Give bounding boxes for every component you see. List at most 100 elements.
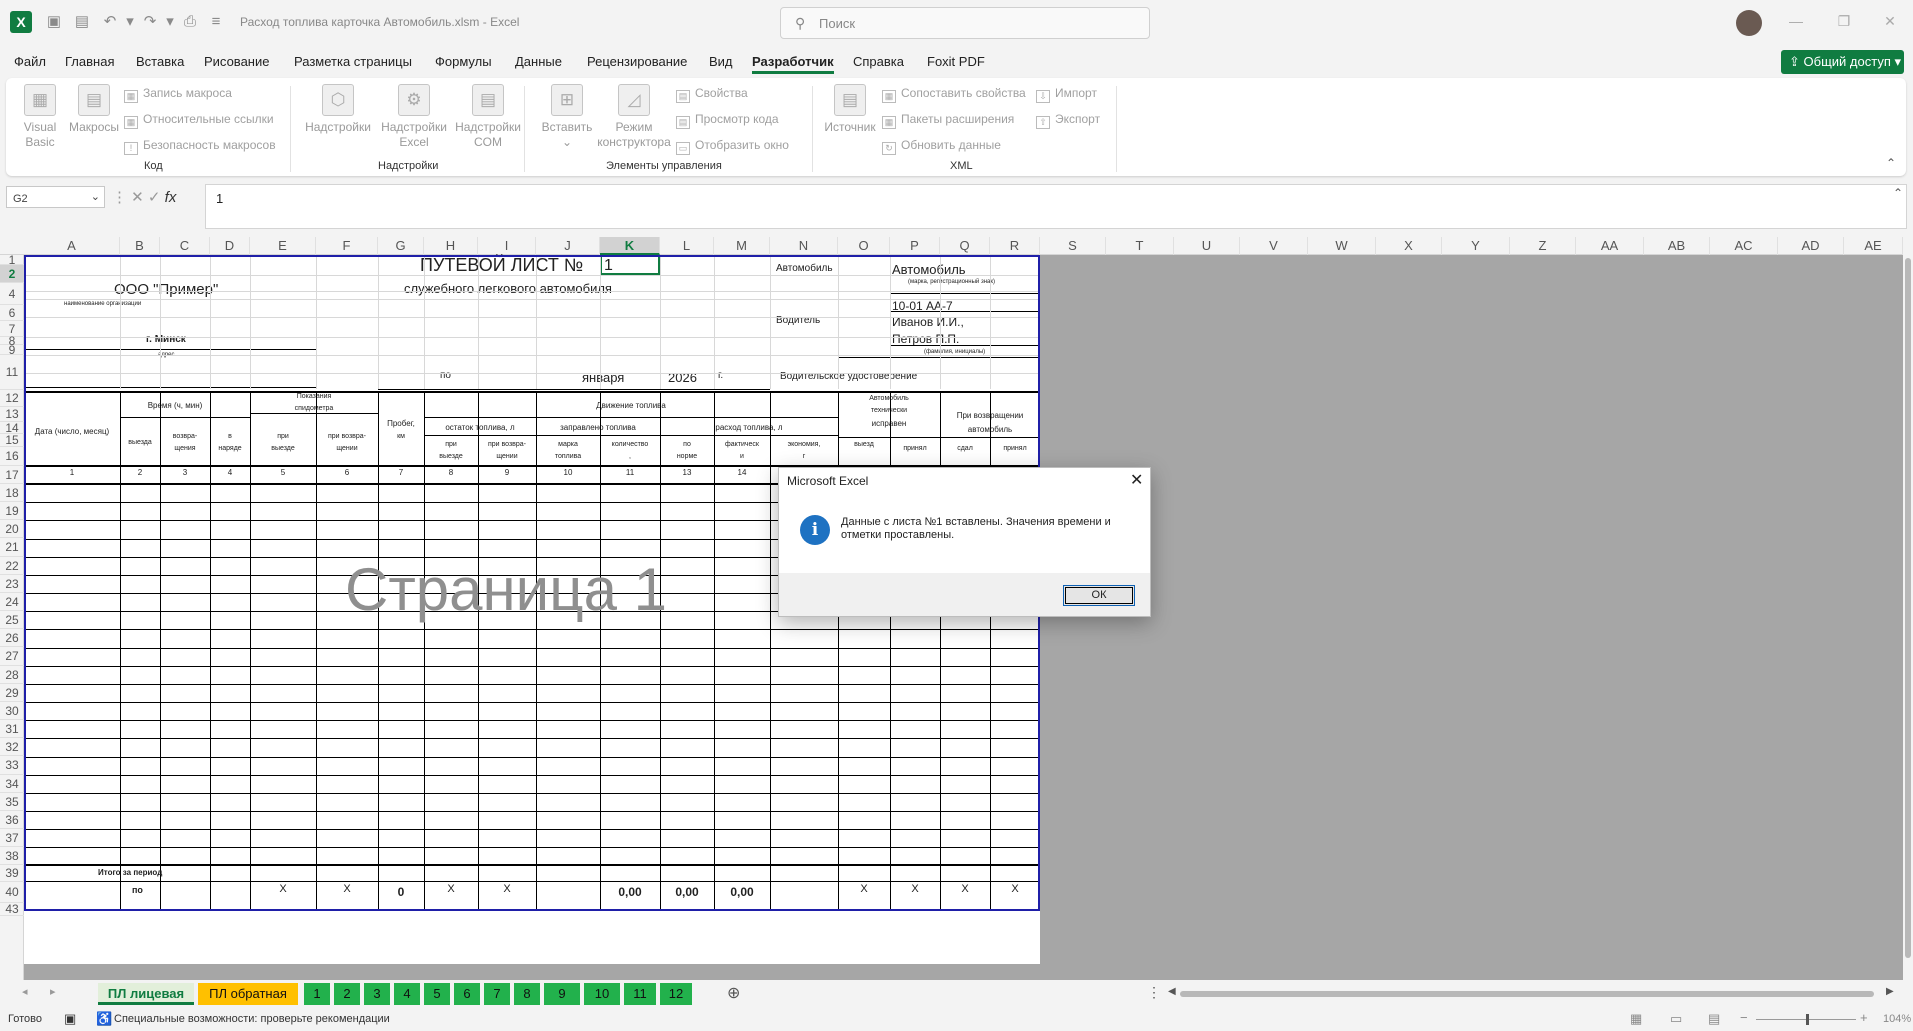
import-button[interactable]: ⇩ Импорт: [1036, 86, 1097, 103]
row-header[interactable]: 6: [0, 305, 24, 321]
row-header[interactable]: 33: [0, 756, 24, 775]
column-header[interactable]: Y: [1442, 237, 1510, 255]
add-sheet-icon[interactable]: ⊕: [727, 983, 740, 1003]
tab-data[interactable]: Данные: [515, 54, 562, 69]
row-header[interactable]: 40: [0, 882, 24, 903]
cancel-icon[interactable]: ✕: [131, 189, 148, 206]
design-mode-button[interactable]: ◿ Режим конструктора: [592, 84, 676, 150]
scroll-right-icon[interactable]: ▶: [1886, 986, 1894, 997]
column-header[interactable]: C: [160, 237, 210, 255]
restore-icon[interactable]: ❐: [1834, 13, 1854, 30]
sheet-tab[interactable]: 9: [544, 983, 580, 1005]
zoom-out-icon[interactable]: −: [1740, 1010, 1748, 1025]
redo-dropdown-icon[interactable]: ▾: [160, 12, 180, 32]
share-button[interactable]: ⇪ Общий доступ ▾: [1781, 50, 1904, 74]
column-header[interactable]: K: [600, 237, 660, 255]
sheet-tab[interactable]: 12: [660, 983, 692, 1005]
more-icon[interactable]: ⋮: [1147, 984, 1161, 1001]
sheet-tab[interactable]: 4: [394, 983, 420, 1005]
name-box[interactable]: G2 ⌄: [6, 186, 105, 208]
row-header[interactable]: 22: [0, 557, 24, 575]
avatar[interactable]: [1736, 10, 1762, 36]
row-header[interactable]: 17: [0, 466, 24, 484]
row-header[interactable]: 34: [0, 775, 24, 793]
record-macro-button[interactable]: ▦ Запись макроса: [124, 86, 232, 103]
run-dialog-button[interactable]: ▭ Отобразить окно: [676, 138, 789, 155]
column-header[interactable]: T: [1106, 237, 1174, 255]
sheet-tab[interactable]: 11: [624, 983, 656, 1005]
tab-formulas[interactable]: Формулы: [435, 54, 492, 69]
sheet-tab[interactable]: 10: [584, 983, 620, 1005]
ok-button[interactable]: ОК: [1063, 585, 1135, 606]
tab-file[interactable]: Файл: [14, 54, 46, 69]
customize-qat-icon[interactable]: ≡: [206, 12, 226, 32]
excel-addins-button[interactable]: ⚙ Надстройки Excel: [376, 84, 452, 150]
row-header[interactable]: 29: [0, 684, 24, 702]
accessibility-icon[interactable]: ♿: [96, 1011, 112, 1027]
column-header[interactable]: L: [660, 237, 714, 255]
column-header[interactable]: O: [838, 237, 890, 255]
row-header[interactable]: 28: [0, 666, 24, 684]
sheet-tab[interactable]: 8: [514, 983, 540, 1005]
fx-icon[interactable]: fx: [165, 189, 177, 206]
row-header[interactable]: 2: [0, 265, 24, 283]
row-header[interactable]: 4: [0, 283, 24, 305]
search-box[interactable]: ⚲ Поиск: [780, 7, 1150, 39]
tab-insert[interactable]: Вставка: [136, 54, 184, 69]
column-header[interactable]: P: [890, 237, 940, 255]
tab-developer[interactable]: Разработчик: [752, 54, 834, 74]
enter-icon[interactable]: ✓: [148, 189, 165, 206]
column-header[interactable]: B: [120, 237, 160, 255]
zoom-level[interactable]: 104%: [1883, 1013, 1911, 1025]
row-header[interactable]: 15: [0, 434, 24, 447]
refresh-data-button[interactable]: ↻ Обновить данные: [882, 138, 1001, 155]
page-layout-view-icon[interactable]: ▭: [1670, 1011, 1682, 1027]
close-icon[interactable]: ✕: [1880, 13, 1900, 30]
tab-review[interactable]: Рецензирование: [587, 54, 687, 69]
row-header[interactable]: 21: [0, 538, 24, 557]
sheet-tab[interactable]: 5: [424, 983, 450, 1005]
addins-button[interactable]: ⬡ Надстройки: [300, 84, 376, 135]
row-header[interactable]: 27: [0, 647, 24, 666]
more-icon[interactable]: ⋮: [112, 189, 131, 206]
map-properties-button[interactable]: ▦ Сопоставить свойства: [882, 86, 1026, 103]
column-header[interactable]: F: [316, 237, 378, 255]
undo-dropdown-icon[interactable]: ▾: [120, 12, 140, 32]
row-header[interactable]: 20: [0, 520, 24, 538]
tab-view[interactable]: Вид: [709, 54, 733, 69]
column-header[interactable]: N: [770, 237, 838, 255]
sheet-tab[interactable]: 7: [484, 983, 510, 1005]
row-header[interactable]: 12: [0, 390, 24, 407]
row-header[interactable]: 18: [0, 484, 24, 502]
tab-draw[interactable]: Рисование: [204, 54, 269, 69]
column-header[interactable]: Q: [940, 237, 990, 255]
row-header[interactable]: 24: [0, 593, 24, 611]
column-header[interactable]: A: [24, 237, 120, 255]
export-button[interactable]: ⇧ Экспорт: [1036, 112, 1100, 129]
vertical-scroll-thumb[interactable]: [1905, 258, 1911, 958]
horizontal-scroll-thumb[interactable]: [1180, 991, 1874, 997]
tab-help[interactable]: Справка: [853, 54, 904, 69]
row-header[interactable]: 38: [0, 847, 24, 865]
row-header[interactable]: 13: [0, 407, 24, 422]
redo-icon[interactable]: ↷: [140, 12, 160, 32]
column-header[interactable]: H: [424, 237, 478, 255]
sheet-tab[interactable]: 1: [304, 983, 330, 1005]
accessibility-status[interactable]: Специальные возможности: проверьте реком…: [114, 1013, 390, 1025]
column-header[interactable]: D: [210, 237, 250, 255]
collapse-ribbon-icon[interactable]: ⌃: [1886, 156, 1896, 170]
row-header[interactable]: 37: [0, 829, 24, 847]
expansion-packs-button[interactable]: ▦ Пакеты расширения: [882, 112, 1014, 129]
column-header[interactable]: M: [714, 237, 770, 255]
row-header[interactable]: 16: [0, 447, 24, 466]
tab-page-layout[interactable]: Разметка страницы: [294, 54, 412, 69]
undo-icon[interactable]: ↶: [100, 12, 120, 32]
row-header[interactable]: 31: [0, 720, 24, 738]
column-header[interactable]: J: [536, 237, 600, 255]
next-sheet-icon[interactable]: ▸: [50, 985, 56, 998]
column-header[interactable]: AE: [1844, 237, 1903, 255]
column-header[interactable]: U: [1174, 237, 1240, 255]
print-icon[interactable]: ⎙: [180, 12, 200, 32]
sheet-tab[interactable]: 6: [454, 983, 480, 1005]
column-header[interactable]: W: [1308, 237, 1376, 255]
